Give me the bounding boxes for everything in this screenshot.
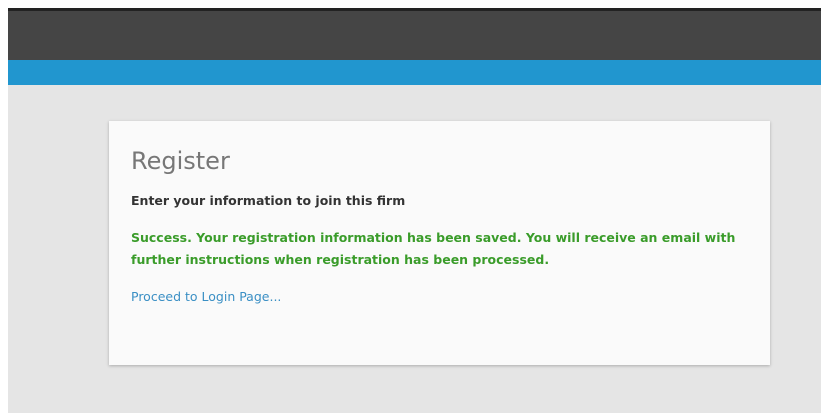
register-subtitle: Enter your information to join this firm xyxy=(131,193,406,208)
proceed-to-login-link[interactable]: Proceed to Login Page... xyxy=(131,289,281,305)
page: Register Enter your information to join … xyxy=(0,0,821,413)
header-accent-bar xyxy=(8,60,821,85)
success-message: Success. Your registration information h… xyxy=(131,230,736,267)
page-title: Register xyxy=(131,147,230,175)
header-bar xyxy=(8,11,821,60)
register-card: Register Enter your information to join … xyxy=(109,121,770,365)
window-edge xyxy=(0,0,8,413)
